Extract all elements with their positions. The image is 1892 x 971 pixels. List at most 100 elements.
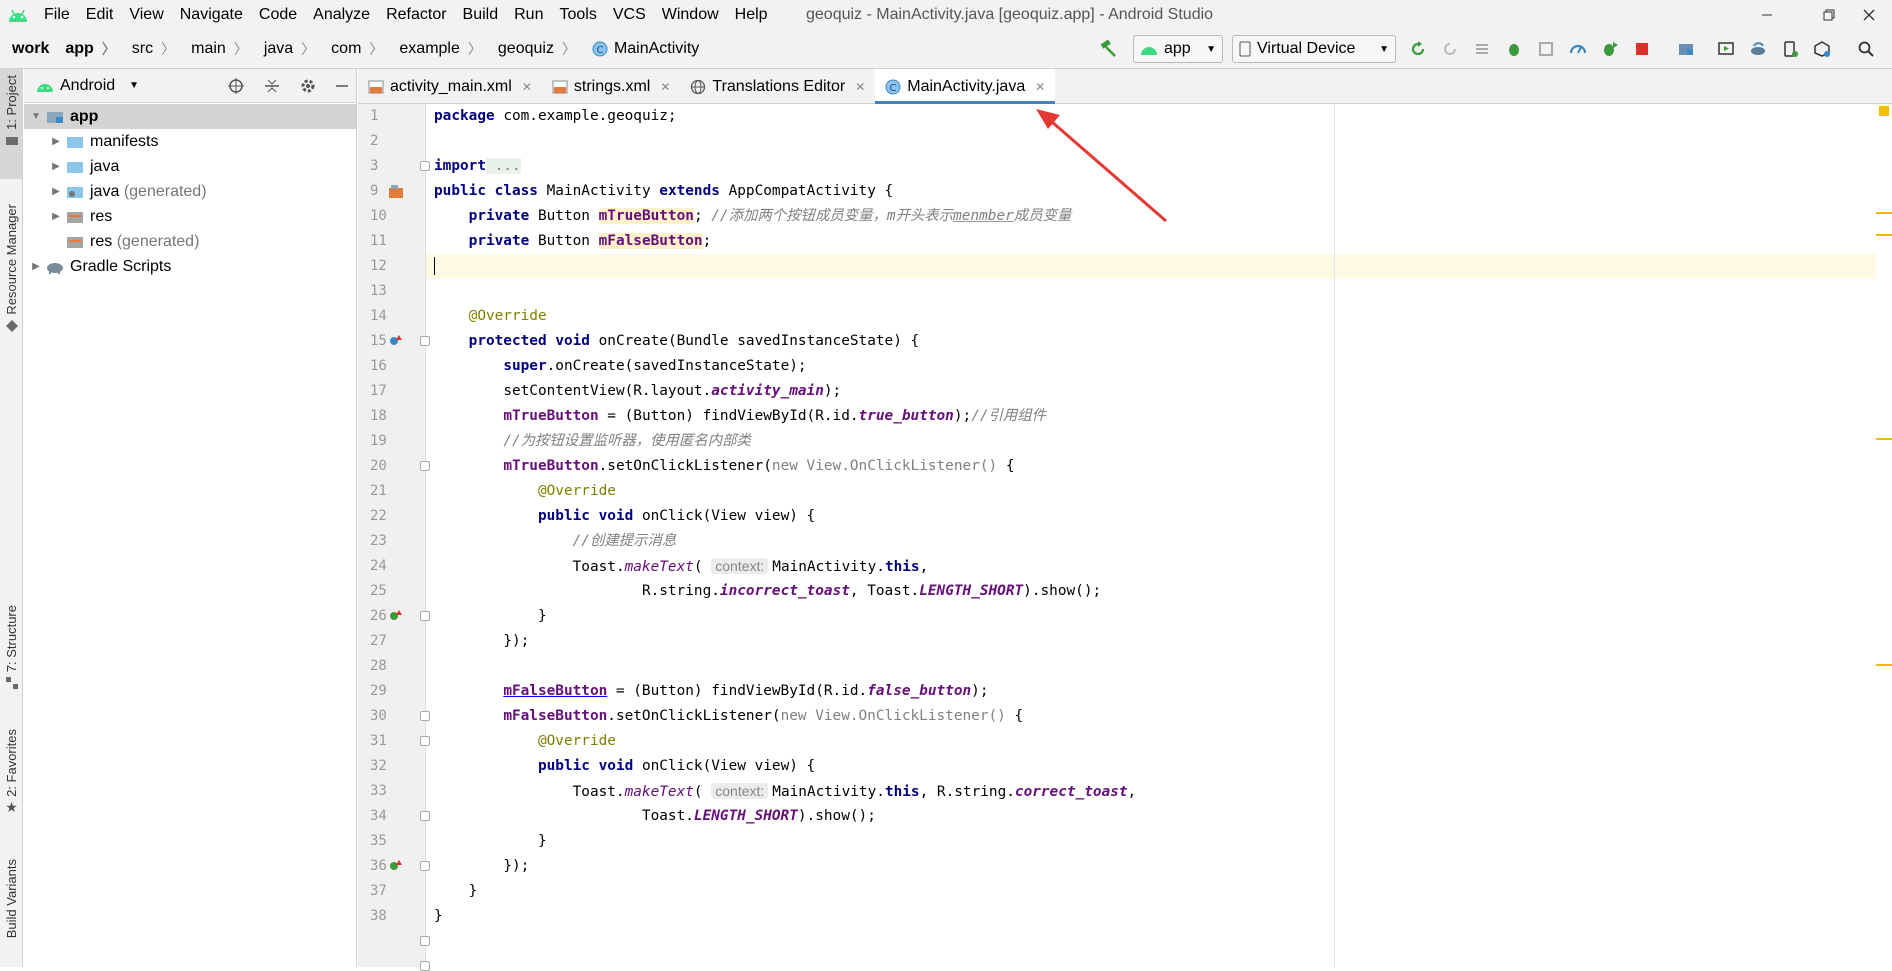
- warning-stripe-mark[interactable]: [1876, 212, 1892, 214]
- menu-window[interactable]: Window: [654, 0, 727, 29]
- menu-help[interactable]: Help: [727, 0, 776, 29]
- expand-arrow-icon[interactable]: ▶: [48, 211, 64, 222]
- resource-manager-tool-tab[interactable]: Resource Manager: [0, 204, 23, 424]
- breadcrumb-example[interactable]: example 〉: [387, 39, 485, 59]
- avd-manager-icon[interactable]: [1712, 35, 1740, 63]
- menu-vcs[interactable]: VCS: [605, 0, 654, 29]
- code-editor[interactable]: 1 2 3 9 10 11 12 13 14 15 16 17 18 19 20…: [358, 104, 1892, 971]
- breadcrumb-mainactivity[interactable]: C MainActivity: [580, 40, 703, 58]
- apply-code-changes-icon[interactable]: [1436, 35, 1464, 63]
- fold-marker-icon[interactable]: [420, 461, 430, 471]
- menu-code[interactable]: Code: [251, 0, 305, 29]
- tree-item-manifests[interactable]: ▶ manifests: [24, 129, 356, 154]
- xml-layout-gutter-icon[interactable]: [388, 184, 404, 200]
- warning-stripe-mark[interactable]: [1876, 438, 1892, 440]
- hide-panel-icon[interactable]: [330, 74, 354, 98]
- tab-activity-main-xml[interactable]: activity_main.xml ✕: [358, 69, 542, 104]
- fold-marker-icon[interactable]: [420, 161, 430, 171]
- implement-gutter-icon[interactable]: [388, 858, 404, 874]
- left-tool-strip: 1: Project Resource Manager 7: Structure…: [0, 69, 23, 967]
- device-manager-icon[interactable]: [1776, 35, 1804, 63]
- fold-marker-icon[interactable]: [420, 811, 430, 821]
- close-tab-icon[interactable]: ✕: [522, 80, 532, 94]
- expand-arrow-icon[interactable]: ▶: [48, 186, 64, 197]
- build-variants-tool-tab[interactable]: Build Variants: [0, 859, 23, 967]
- code-line: Toast.makeText( context: MainActivity.thi…: [572, 783, 1137, 800]
- tab-mainactivity-java[interactable]: C MainActivity.java ✕: [875, 69, 1056, 104]
- tree-item-res-generated[interactable]: res (generated): [24, 229, 356, 254]
- profile-icon[interactable]: [1564, 35, 1592, 63]
- tab-strings-xml[interactable]: strings.xml ✕: [542, 69, 681, 104]
- code-line: mTrueButton.setOnClickListener(new View.…: [503, 458, 1015, 474]
- expand-arrow-icon[interactable]: ▶: [28, 261, 44, 272]
- collapse-all-icon[interactable]: [260, 74, 284, 98]
- gear-icon[interactable]: [296, 74, 320, 98]
- device-select[interactable]: Virtual Device ▼: [1232, 35, 1396, 63]
- stop-icon[interactable]: [1628, 35, 1656, 63]
- menu-file[interactable]: File: [36, 0, 78, 29]
- apply-changes-icon[interactable]: [1404, 35, 1432, 63]
- search-icon[interactable]: [1852, 35, 1880, 63]
- close-tab-icon[interactable]: ✕: [660, 80, 670, 94]
- breadcrumb-work[interactable]: work: [0, 40, 53, 58]
- project-view-select[interactable]: Android ▼: [24, 77, 139, 95]
- menu-run[interactable]: Run: [506, 0, 551, 29]
- fold-marker-icon[interactable]: [420, 961, 430, 971]
- sdk-manager-icon[interactable]: [1808, 35, 1836, 63]
- fold-marker-icon[interactable]: [420, 611, 430, 621]
- code-area[interactable]: package com.example.geoquiz; import ... …: [426, 104, 1876, 967]
- structure-tool-tab[interactable]: 7: Structure: [0, 605, 23, 715]
- fold-marker-icon[interactable]: [420, 736, 430, 746]
- close-window-button[interactable]: [1846, 0, 1892, 29]
- menu-view[interactable]: View: [121, 0, 171, 29]
- override-gutter-icon[interactable]: [388, 333, 404, 349]
- run-configuration-select[interactable]: app ▼: [1133, 35, 1223, 63]
- breadcrumb-app[interactable]: app 〉: [53, 39, 119, 59]
- menu-refactor[interactable]: Refactor: [378, 0, 454, 29]
- error-stripe[interactable]: [1876, 104, 1892, 967]
- project-structure-icon[interactable]: [1672, 35, 1700, 63]
- minimize-button[interactable]: [1744, 0, 1790, 29]
- menu-edit[interactable]: Edit: [78, 0, 122, 29]
- expand-arrow-icon[interactable]: ▼: [28, 111, 44, 122]
- warning-indicator-icon[interactable]: [1879, 106, 1889, 116]
- make-project-hammer-icon[interactable]: [1094, 35, 1122, 63]
- expand-arrow-icon[interactable]: ▶: [48, 136, 64, 147]
- tree-item-gradle-scripts[interactable]: ▶ Gradle Scripts: [24, 254, 356, 279]
- breadcrumb-java[interactable]: java 〉: [252, 39, 319, 59]
- warning-stripe-mark[interactable]: [1876, 664, 1892, 666]
- menu-tools[interactable]: Tools: [551, 0, 604, 29]
- menu-analyze[interactable]: Analyze: [305, 0, 378, 29]
- line-number: 35: [370, 833, 387, 849]
- sync-gradle-icon[interactable]: [1744, 35, 1772, 63]
- breadcrumb-main[interactable]: main 〉: [179, 39, 252, 59]
- expand-arrow-icon[interactable]: ▶: [48, 161, 64, 172]
- tree-item-java[interactable]: ▶ java: [24, 154, 356, 179]
- locate-icon[interactable]: [224, 74, 248, 98]
- fold-marker-icon[interactable]: [420, 336, 430, 346]
- breadcrumb-src[interactable]: src 〉: [120, 39, 179, 59]
- project-tool-tab[interactable]: 1: Project: [0, 69, 23, 179]
- code-line: mFalseButton.setOnClickListener(new View…: [503, 708, 1024, 724]
- fold-marker-icon[interactable]: [420, 861, 430, 871]
- coverage-icon[interactable]: [1532, 35, 1560, 63]
- line-number: 20: [370, 458, 387, 474]
- tree-item-app[interactable]: ▼ app: [24, 104, 356, 129]
- close-tab-icon[interactable]: ✕: [855, 80, 865, 94]
- warning-stripe-mark[interactable]: [1876, 234, 1892, 236]
- close-tab-icon[interactable]: ✕: [1035, 80, 1045, 94]
- breadcrumb-com[interactable]: com 〉: [319, 39, 387, 59]
- menu-build[interactable]: Build: [455, 0, 507, 29]
- fold-marker-icon[interactable]: [420, 936, 430, 946]
- favorites-tool-tab[interactable]: 2: Favorites ★: [0, 729, 23, 829]
- tab-translations-editor[interactable]: Translations Editor ✕: [680, 69, 875, 104]
- tree-item-java-generated[interactable]: ▶ java (generated): [24, 179, 356, 204]
- tree-item-res[interactable]: ▶ res: [24, 204, 356, 229]
- attach-debugger-icon[interactable]: [1596, 35, 1624, 63]
- menu-navigate[interactable]: Navigate: [172, 0, 251, 29]
- rerun-icon[interactable]: [1468, 35, 1496, 63]
- debug-icon[interactable]: [1500, 35, 1528, 63]
- implement-gutter-icon[interactable]: [388, 608, 404, 624]
- fold-marker-icon[interactable]: [420, 711, 430, 721]
- breadcrumb-geoquiz[interactable]: geoquiz 〉: [486, 39, 580, 59]
